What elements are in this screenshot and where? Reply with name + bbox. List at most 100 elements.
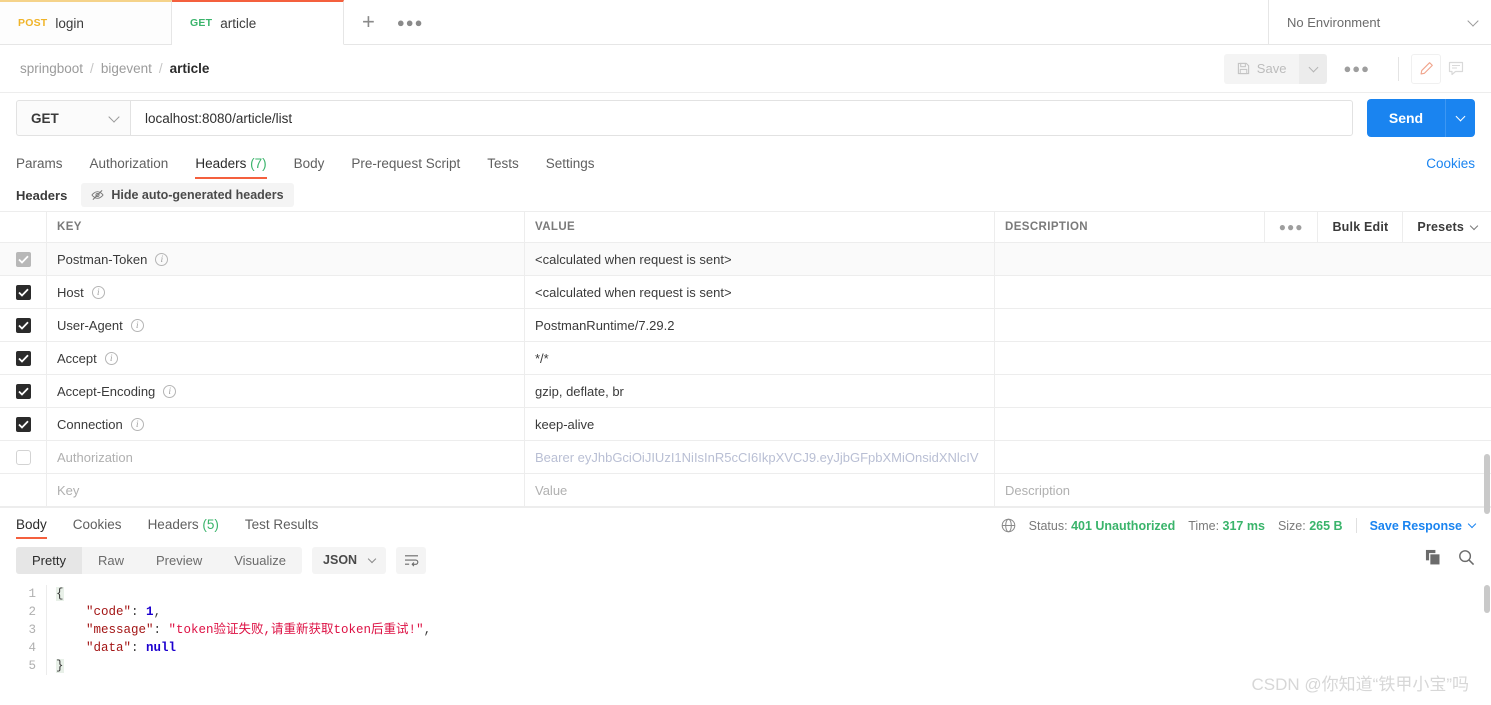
tab-headers[interactable]: Headers (7) [195, 156, 267, 179]
response-tab-cookies[interactable]: Cookies [73, 517, 122, 539]
send-button[interactable]: Send [1367, 99, 1445, 137]
header-key-text: Accept [57, 350, 97, 366]
row-checkbox-cell[interactable] [0, 375, 47, 407]
edit-button[interactable] [1411, 53, 1441, 84]
table-row-new-entry[interactable]: Key Value Description [0, 474, 1491, 507]
header-key-cell[interactable]: User-Agent i [47, 309, 525, 341]
row-checkbox-cell[interactable] [0, 408, 47, 440]
view-mode-raw[interactable]: Raw [82, 547, 140, 574]
header-description-cell[interactable] [995, 276, 1491, 308]
request-tab-article[interactable]: GET article [172, 0, 344, 45]
view-mode-preview[interactable]: Preview [140, 547, 218, 574]
table-row[interactable]: User-Agent i PostmanRuntime/7.29.2 [0, 309, 1491, 342]
header-key-cell[interactable]: Key [47, 474, 525, 506]
info-icon[interactable]: i [155, 252, 169, 266]
header-description-cell[interactable] [995, 375, 1491, 407]
headers-table-scrollbar[interactable] [1484, 454, 1490, 514]
tab-pre-request-script[interactable]: Pre-request Script [351, 156, 460, 179]
info-icon[interactable]: i [91, 285, 105, 299]
headers-more-actions-button[interactable]: ●●● [1263, 212, 1318, 242]
copy-button[interactable] [1425, 549, 1442, 571]
bulk-edit-button[interactable]: Bulk Edit [1317, 212, 1402, 242]
presets-button[interactable]: Presets [1402, 212, 1491, 242]
header-key-cell[interactable]: Accept i [47, 342, 525, 374]
response-tab-test-results[interactable]: Test Results [245, 517, 319, 539]
view-mode-pretty[interactable]: Pretty [16, 546, 82, 574]
checkbox-checked-icon[interactable] [15, 317, 31, 333]
ellipsis-icon[interactable]: ●●● [397, 15, 424, 30]
header-value-cell[interactable]: */* [525, 342, 995, 374]
response-format-selector[interactable]: JSON [312, 546, 387, 574]
table-row[interactable]: Host i <calculated when request is sent> [0, 276, 1491, 309]
wrap-lines-button[interactable] [396, 546, 427, 574]
header-description-cell[interactable] [995, 342, 1491, 374]
search-button[interactable] [1458, 549, 1475, 571]
cookies-link[interactable]: Cookies [1426, 156, 1475, 179]
row-checkbox-cell[interactable] [0, 309, 47, 341]
table-row[interactable]: Connection i keep-alive [0, 408, 1491, 441]
response-tab-body[interactable]: Body [16, 517, 47, 539]
header-key-cell[interactable]: Authorization [47, 441, 525, 473]
table-row[interactable]: Accept-Encoding i gzip, deflate, br [0, 375, 1491, 408]
comments-button[interactable] [1441, 54, 1471, 84]
header-value-cell[interactable]: Value [525, 474, 995, 506]
send-options-button[interactable] [1445, 99, 1475, 137]
header-key-cell[interactable]: Postman-Token i [47, 243, 525, 275]
breadcrumb-item-folder[interactable]: bigevent [101, 61, 152, 76]
table-row[interactable]: Postman-Token i <calculated when request… [0, 243, 1491, 276]
breadcrumb-item-collection[interactable]: springboot [20, 61, 83, 76]
breadcrumb-item-request[interactable]: article [170, 61, 210, 76]
response-body-scrollbar[interactable] [1484, 585, 1490, 613]
tab-settings[interactable]: Settings [546, 156, 595, 179]
header-description-cell[interactable] [995, 309, 1491, 341]
header-description-cell[interactable]: Description [995, 474, 1491, 506]
row-checkbox-cell[interactable] [0, 342, 47, 374]
url-input[interactable]: localhost:8080/article/list [130, 100, 1353, 136]
hide-auto-generated-headers-button[interactable]: Hide auto-generated headers [81, 183, 294, 207]
header-key-cell[interactable]: Accept-Encoding i [47, 375, 525, 407]
json-line: "message": "token验证失败,请重新获取token后重试!", [56, 621, 431, 639]
table-row[interactable]: Authorization Bearer eyJhbGciOiJIUzI1NiI… [0, 441, 1491, 474]
row-checkbox-cell[interactable] [0, 441, 47, 473]
header-key-cell[interactable]: Connection i [47, 408, 525, 440]
info-icon[interactable]: i [104, 351, 118, 365]
save-response-button[interactable]: Save Response [1370, 519, 1477, 533]
row-checkbox-cell[interactable] [0, 276, 47, 308]
view-mode-visualize[interactable]: Visualize [218, 547, 302, 574]
header-value-cell[interactable]: PostmanRuntime/7.29.2 [525, 309, 995, 341]
tab-authorization[interactable]: Authorization [90, 156, 169, 179]
environment-selector[interactable]: No Environment [1269, 0, 1491, 44]
checkbox-checked-icon[interactable] [15, 284, 31, 300]
tab-tests[interactable]: Tests [487, 156, 519, 179]
tab-body[interactable]: Body [294, 156, 325, 179]
checkbox-checked-icon[interactable] [15, 383, 31, 399]
info-icon[interactable]: i [163, 384, 177, 398]
header-value-cell[interactable]: <calculated when request is sent> [525, 243, 995, 275]
response-body-viewer[interactable]: 1 2 3 4 5 { "code": 1, "message": "token… [0, 581, 1491, 705]
info-icon[interactable]: i [130, 417, 144, 431]
save-button[interactable]: Save [1223, 53, 1300, 84]
pencil-icon [1420, 62, 1433, 75]
request-tab-login[interactable]: POST login [0, 0, 172, 44]
header-description-cell[interactable] [995, 408, 1491, 440]
header-value-cell[interactable]: <calculated when request is sent> [525, 276, 995, 308]
info-icon[interactable]: i [130, 318, 144, 332]
checkbox-checked-icon[interactable] [15, 350, 31, 366]
tab-params[interactable]: Params [16, 156, 63, 179]
checkbox-checked-disabled-icon[interactable] [15, 251, 31, 267]
request-more-actions-button[interactable]: ●●● [1327, 61, 1386, 76]
response-tab-headers[interactable]: Headers (5) [148, 517, 219, 539]
checkbox-unchecked-icon[interactable] [15, 449, 31, 465]
header-description-cell[interactable] [995, 243, 1491, 275]
save-options-button[interactable] [1299, 53, 1328, 84]
table-row[interactable]: Accept i */* [0, 342, 1491, 375]
header-value-cell[interactable]: Bearer eyJhbGciOiJIUzI1NiIsInR5cCI6IkpXV… [525, 441, 995, 473]
header-value-cell[interactable]: keep-alive [525, 408, 995, 440]
plus-icon[interactable]: + [354, 11, 383, 33]
header-description-cell[interactable] [995, 441, 1491, 473]
header-key-cell[interactable]: Host i [47, 276, 525, 308]
http-method-selector[interactable]: GET [16, 100, 130, 136]
header-value-cell[interactable]: gzip, deflate, br [525, 375, 995, 407]
row-checkbox-cell[interactable] [0, 243, 47, 275]
checkbox-checked-icon[interactable] [15, 416, 31, 432]
